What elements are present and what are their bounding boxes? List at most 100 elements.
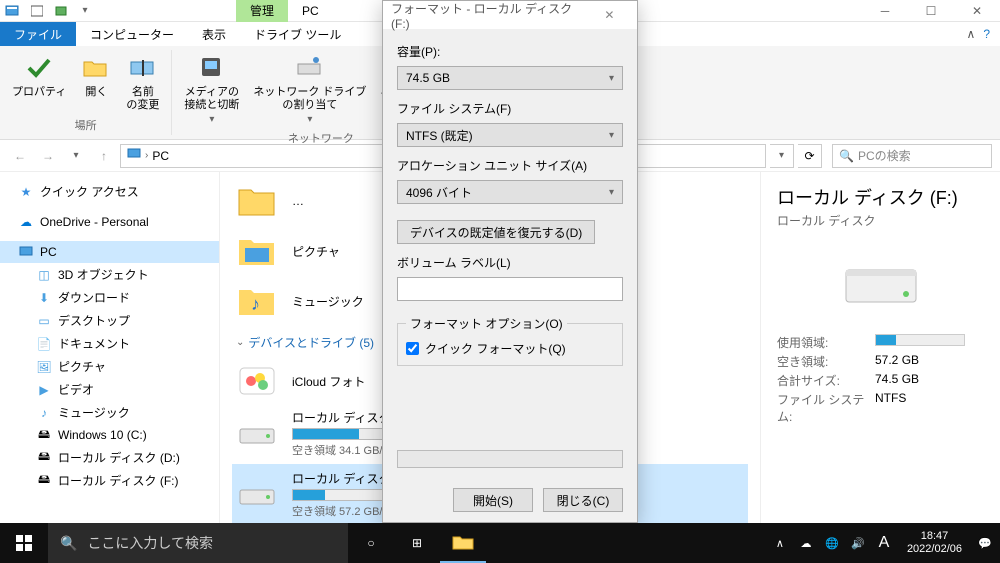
ribbon-rename[interactable]: 名前 の変更 (120, 50, 165, 114)
allocation-select[interactable]: 4096 バイト▾ (397, 180, 623, 204)
tray-chevron-icon[interactable]: ∧ (771, 534, 789, 552)
quick-format-check-input[interactable] (406, 342, 419, 355)
start-button[interactable] (0, 523, 48, 563)
search-icon: 🔍 (839, 149, 854, 163)
refresh-button[interactable]: ⟳ (798, 144, 822, 168)
nav-documents[interactable]: 📄ドキュメント (0, 332, 219, 355)
restore-defaults-button[interactable]: デバイスの既定値を復元する(D) (397, 220, 595, 244)
group-label-place: 場所 (75, 115, 97, 135)
check-icon (23, 52, 55, 84)
start-button[interactable]: 開始(S) (453, 488, 533, 512)
capacity-label: 容量(P): (397, 43, 623, 60)
format-progress-bar (397, 450, 623, 468)
network-tray-icon[interactable]: 🌐 (823, 534, 841, 552)
breadcrumb-pc[interactable]: PC (152, 149, 169, 163)
nav-videos[interactable]: ▶ビデオ (0, 378, 219, 401)
dialog-titlebar[interactable]: フォーマット - ローカル ディスク (F:) ✕ (383, 1, 637, 29)
allocation-label: アロケーション ユニット サイズ(A) (397, 157, 623, 174)
ribbon-media[interactable]: メディアの 接続と切断▾ (178, 50, 245, 128)
ribbon-properties[interactable]: プロパティ (6, 50, 72, 101)
help-chevron-icon[interactable]: ∧ (967, 27, 976, 41)
quick-format-checkbox[interactable]: クイック フォーマット(Q) (406, 340, 614, 357)
cortana-icon[interactable]: ○ (348, 523, 394, 563)
ribbon-map-drive[interactable]: ネットワーク ドライブ の割り当て▾ (247, 50, 372, 128)
ime-tray-icon[interactable]: A (875, 534, 893, 552)
up-button[interactable]: ↑ (92, 144, 116, 168)
close-button[interactable]: ✕ (954, 0, 1000, 22)
pc-icon (127, 147, 141, 164)
app-icon (4, 3, 20, 19)
document-icon: 📄 (36, 336, 52, 352)
chevron-down-icon: ▾ (609, 73, 614, 84)
recent-dropdown[interactable]: ▾ (64, 144, 88, 168)
task-view-icon[interactable]: ⊞ (394, 523, 440, 563)
taskbar: 🔍 ここに入力して検索 ○ ⊞ ∧ ☁ 🌐 🔊 A 18:47 2022/02/… (0, 523, 1000, 563)
qat-item[interactable] (26, 1, 48, 21)
desktop-icon: ▭ (36, 313, 52, 329)
nav-pc[interactable]: PC (0, 241, 219, 263)
chevron-down-icon: ▾ (609, 187, 614, 198)
nav-quick-access[interactable]: ★ クイック アクセス (0, 180, 219, 203)
dialog-close-button[interactable]: ✕ (590, 8, 629, 22)
nav-3d-objects[interactable]: ◫3D オブジェクト (0, 263, 219, 286)
minimize-button[interactable]: ─ (862, 0, 908, 22)
nav-local-d[interactable]: 🖴ローカル ディスク (D:) (0, 446, 219, 469)
nav-downloads[interactable]: ⬇ダウンロード (0, 286, 219, 309)
nav-windows-c[interactable]: 🖴Windows 10 (C:) (0, 424, 219, 446)
details-subtitle: ローカル ディスク (777, 212, 984, 229)
nav-onedrive[interactable]: ☁ OneDrive - Personal (0, 211, 219, 233)
history-dropdown[interactable]: ▾ (770, 144, 794, 168)
taskbar-search[interactable]: 🔍 ここに入力して検索 (48, 523, 348, 563)
capacity-select[interactable]: 74.5 GB▾ (397, 66, 623, 90)
notifications-icon[interactable]: 💬 (976, 534, 994, 552)
help-icon[interactable]: ? (983, 27, 990, 41)
network-drive-icon (294, 52, 326, 84)
folder-open-icon (80, 52, 112, 84)
context-tab-pc: PC (288, 1, 333, 21)
pictures-folder-icon (236, 232, 278, 270)
filesystem-select[interactable]: NTFS (既定)▾ (397, 123, 623, 147)
download-icon: ⬇ (36, 290, 52, 306)
tab-computer[interactable]: コンピューター (76, 22, 188, 46)
used-bar (875, 334, 965, 346)
tab-file[interactable]: ファイル (0, 22, 76, 46)
tab-view[interactable]: 表示 (188, 22, 240, 46)
details-title: ローカル ディスク (F:) (777, 184, 984, 210)
drive-icon: 🖴 (36, 427, 52, 443)
nav-desktop[interactable]: ▭デスクトップ (0, 309, 219, 332)
nav-music[interactable]: ♪ミュージック (0, 401, 219, 424)
ribbon-open[interactable]: 開く (74, 50, 118, 101)
details-pane: ローカル ディスク (F:) ローカル ディスク 使用領域: 空き領域:57.2… (760, 172, 1000, 530)
taskbar-clock[interactable]: 18:47 2022/02/06 (901, 530, 968, 556)
drive-icon: 🖴 (36, 450, 52, 466)
volume-label-input[interactable] (397, 277, 623, 301)
nav-pictures[interactable]: 🖼ピクチャ (0, 355, 219, 378)
video-icon: ▶ (36, 382, 52, 398)
qat-dropdown[interactable]: ▾ (74, 1, 96, 21)
picture-icon: 🖼 (36, 359, 52, 375)
folder-icon (236, 182, 278, 220)
explorer-taskbar-icon[interactable] (440, 523, 486, 563)
search-input[interactable]: 🔍 PCの検索 (832, 144, 992, 168)
volume-tray-icon[interactable]: 🔊 (849, 534, 867, 552)
svg-text:♪: ♪ (251, 294, 260, 314)
maximize-button[interactable]: ☐ (908, 0, 954, 22)
collapse-icon: ⌄ (236, 337, 244, 348)
format-dialog: フォーマット - ローカル ディスク (F:) ✕ 容量(P): 74.5 GB… (382, 0, 638, 523)
pc-icon (18, 244, 34, 260)
chevron-down-icon: ▾ (609, 130, 614, 141)
star-icon: ★ (18, 184, 34, 200)
drive-icon (236, 418, 278, 450)
icloud-icon (236, 365, 278, 397)
forward-button[interactable]: → (36, 144, 60, 168)
back-button[interactable]: ← (8, 144, 32, 168)
qat-item[interactable] (50, 1, 72, 21)
onedrive-tray-icon[interactable]: ☁ (797, 534, 815, 552)
nav-local-f[interactable]: 🖴ローカル ディスク (F:) (0, 469, 219, 492)
format-options-fieldset: フォーマット オプション(O) クイック フォーマット(Q) (397, 315, 623, 366)
tab-drive-tools[interactable]: ドライブ ツール (240, 22, 355, 46)
music-folder-icon: ♪ (236, 282, 278, 320)
volume-label-label: ボリューム ラベル(L) (397, 254, 623, 271)
context-tab-manage[interactable]: 管理 (236, 0, 288, 22)
close-button[interactable]: 閉じる(C) (543, 488, 623, 512)
